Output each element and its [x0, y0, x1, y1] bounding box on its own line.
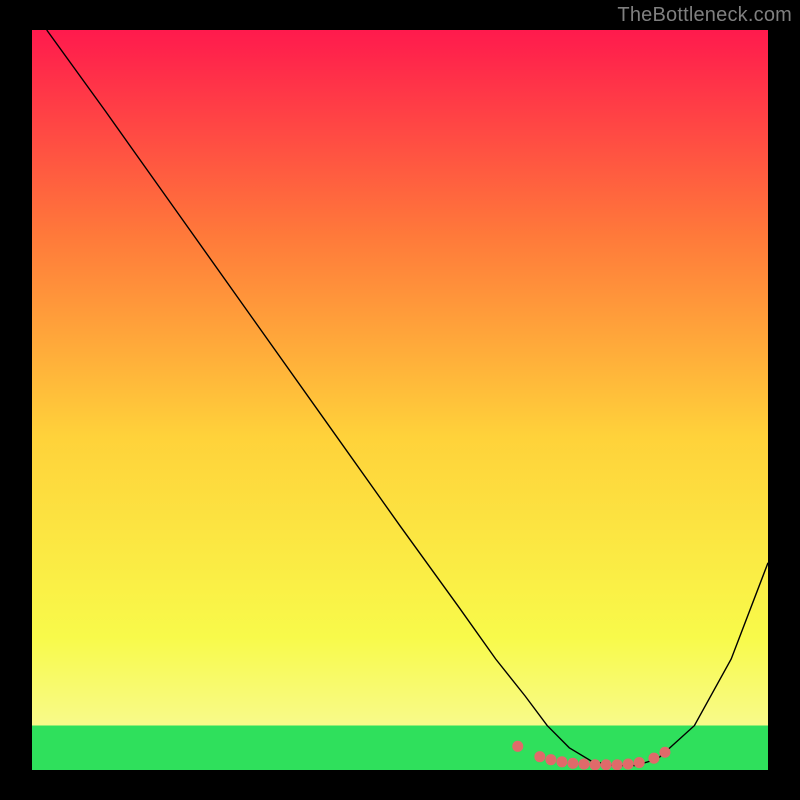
- watermark-text: TheBottleneck.com: [617, 4, 792, 27]
- plot-gradient-bg: [32, 30, 768, 770]
- optimal-marker: [567, 758, 578, 769]
- optimal-marker: [659, 747, 670, 758]
- optimal-marker: [590, 759, 601, 770]
- optimal-marker: [512, 741, 523, 752]
- optimal-marker: [534, 751, 545, 762]
- optimal-marker: [634, 757, 645, 768]
- chart-frame: TheBottleneck.com: [0, 0, 800, 800]
- optimal-marker: [578, 759, 589, 770]
- optimal-marker: [601, 759, 612, 770]
- chart-plot: [32, 30, 768, 770]
- optimal-marker: [648, 753, 659, 764]
- optimal-marker: [556, 756, 567, 767]
- optimal-marker: [545, 754, 556, 765]
- optimal-marker: [623, 759, 634, 770]
- optimal-marker: [612, 759, 623, 770]
